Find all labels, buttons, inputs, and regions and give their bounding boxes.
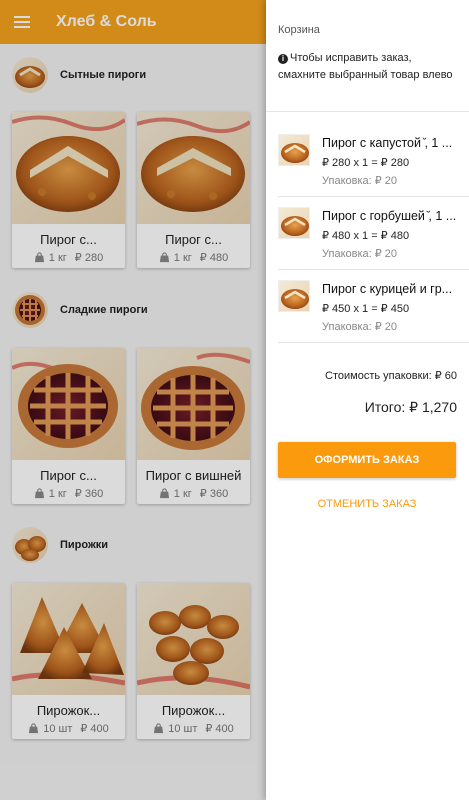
cart-item-packaging: Упаковка: ₽ 20 [322,248,398,260]
swipe-hint: i Чтобы исправить заказ, смахните выбранн… [278,50,457,84]
order-total: Итого: ₽ 1,270 [364,399,457,415]
cart-drawer: Корзина i Чтобы исправить заказ, смахните… [266,0,469,800]
cart-item-name: Пирог с горбушей ̆, 1 ... [322,209,457,223]
cart-item-thumbnail [278,134,310,166]
cart-item-price: ₽ 280 x 1 = ₽ 280 [322,157,410,169]
cart-item-thumbnail [278,207,310,239]
place-order-button[interactable]: ОФОРМИТЬ ЗАКАЗ [278,442,456,478]
cart-item-name: Пирог с капустой ̆, 1 ... [322,136,453,150]
cancel-order-button[interactable]: ОТМЕНИТЬ ЗАКАЗ [278,490,456,518]
cart-item-packaging: Упаковка: ₽ 20 [322,321,398,333]
cart-item[interactable]: Пирог с курицей и гр... ₽ 450 x 1 = ₽ 45… [278,270,469,343]
cart-item-name: Пирог с курицей и гр... [322,282,453,296]
cart-item-price: ₽ 480 x 1 = ₽ 480 [322,230,410,242]
cart-item-price: ₽ 450 x 1 = ₽ 450 [322,303,410,315]
cart-item[interactable]: Пирог с горбушей ̆, 1 ... ₽ 480 x 1 = ₽ … [278,197,469,270]
info-icon: i [278,54,288,64]
cart-item-packaging: Упаковка: ₽ 20 [322,175,398,187]
cart-header: Корзина i Чтобы исправить заказ, смахните… [266,0,469,112]
swipe-hint-text: Чтобы исправить заказ, смахните выбранны… [278,52,453,81]
cart-item[interactable]: Пирог с капустой ̆, 1 ... ₽ 280 x 1 = ₽ … [278,124,469,197]
cart-title: Корзина [278,24,320,36]
cart-item-thumbnail [278,280,310,312]
packaging-cost: Стоимость упаковки: ₽ 60 [325,370,457,382]
